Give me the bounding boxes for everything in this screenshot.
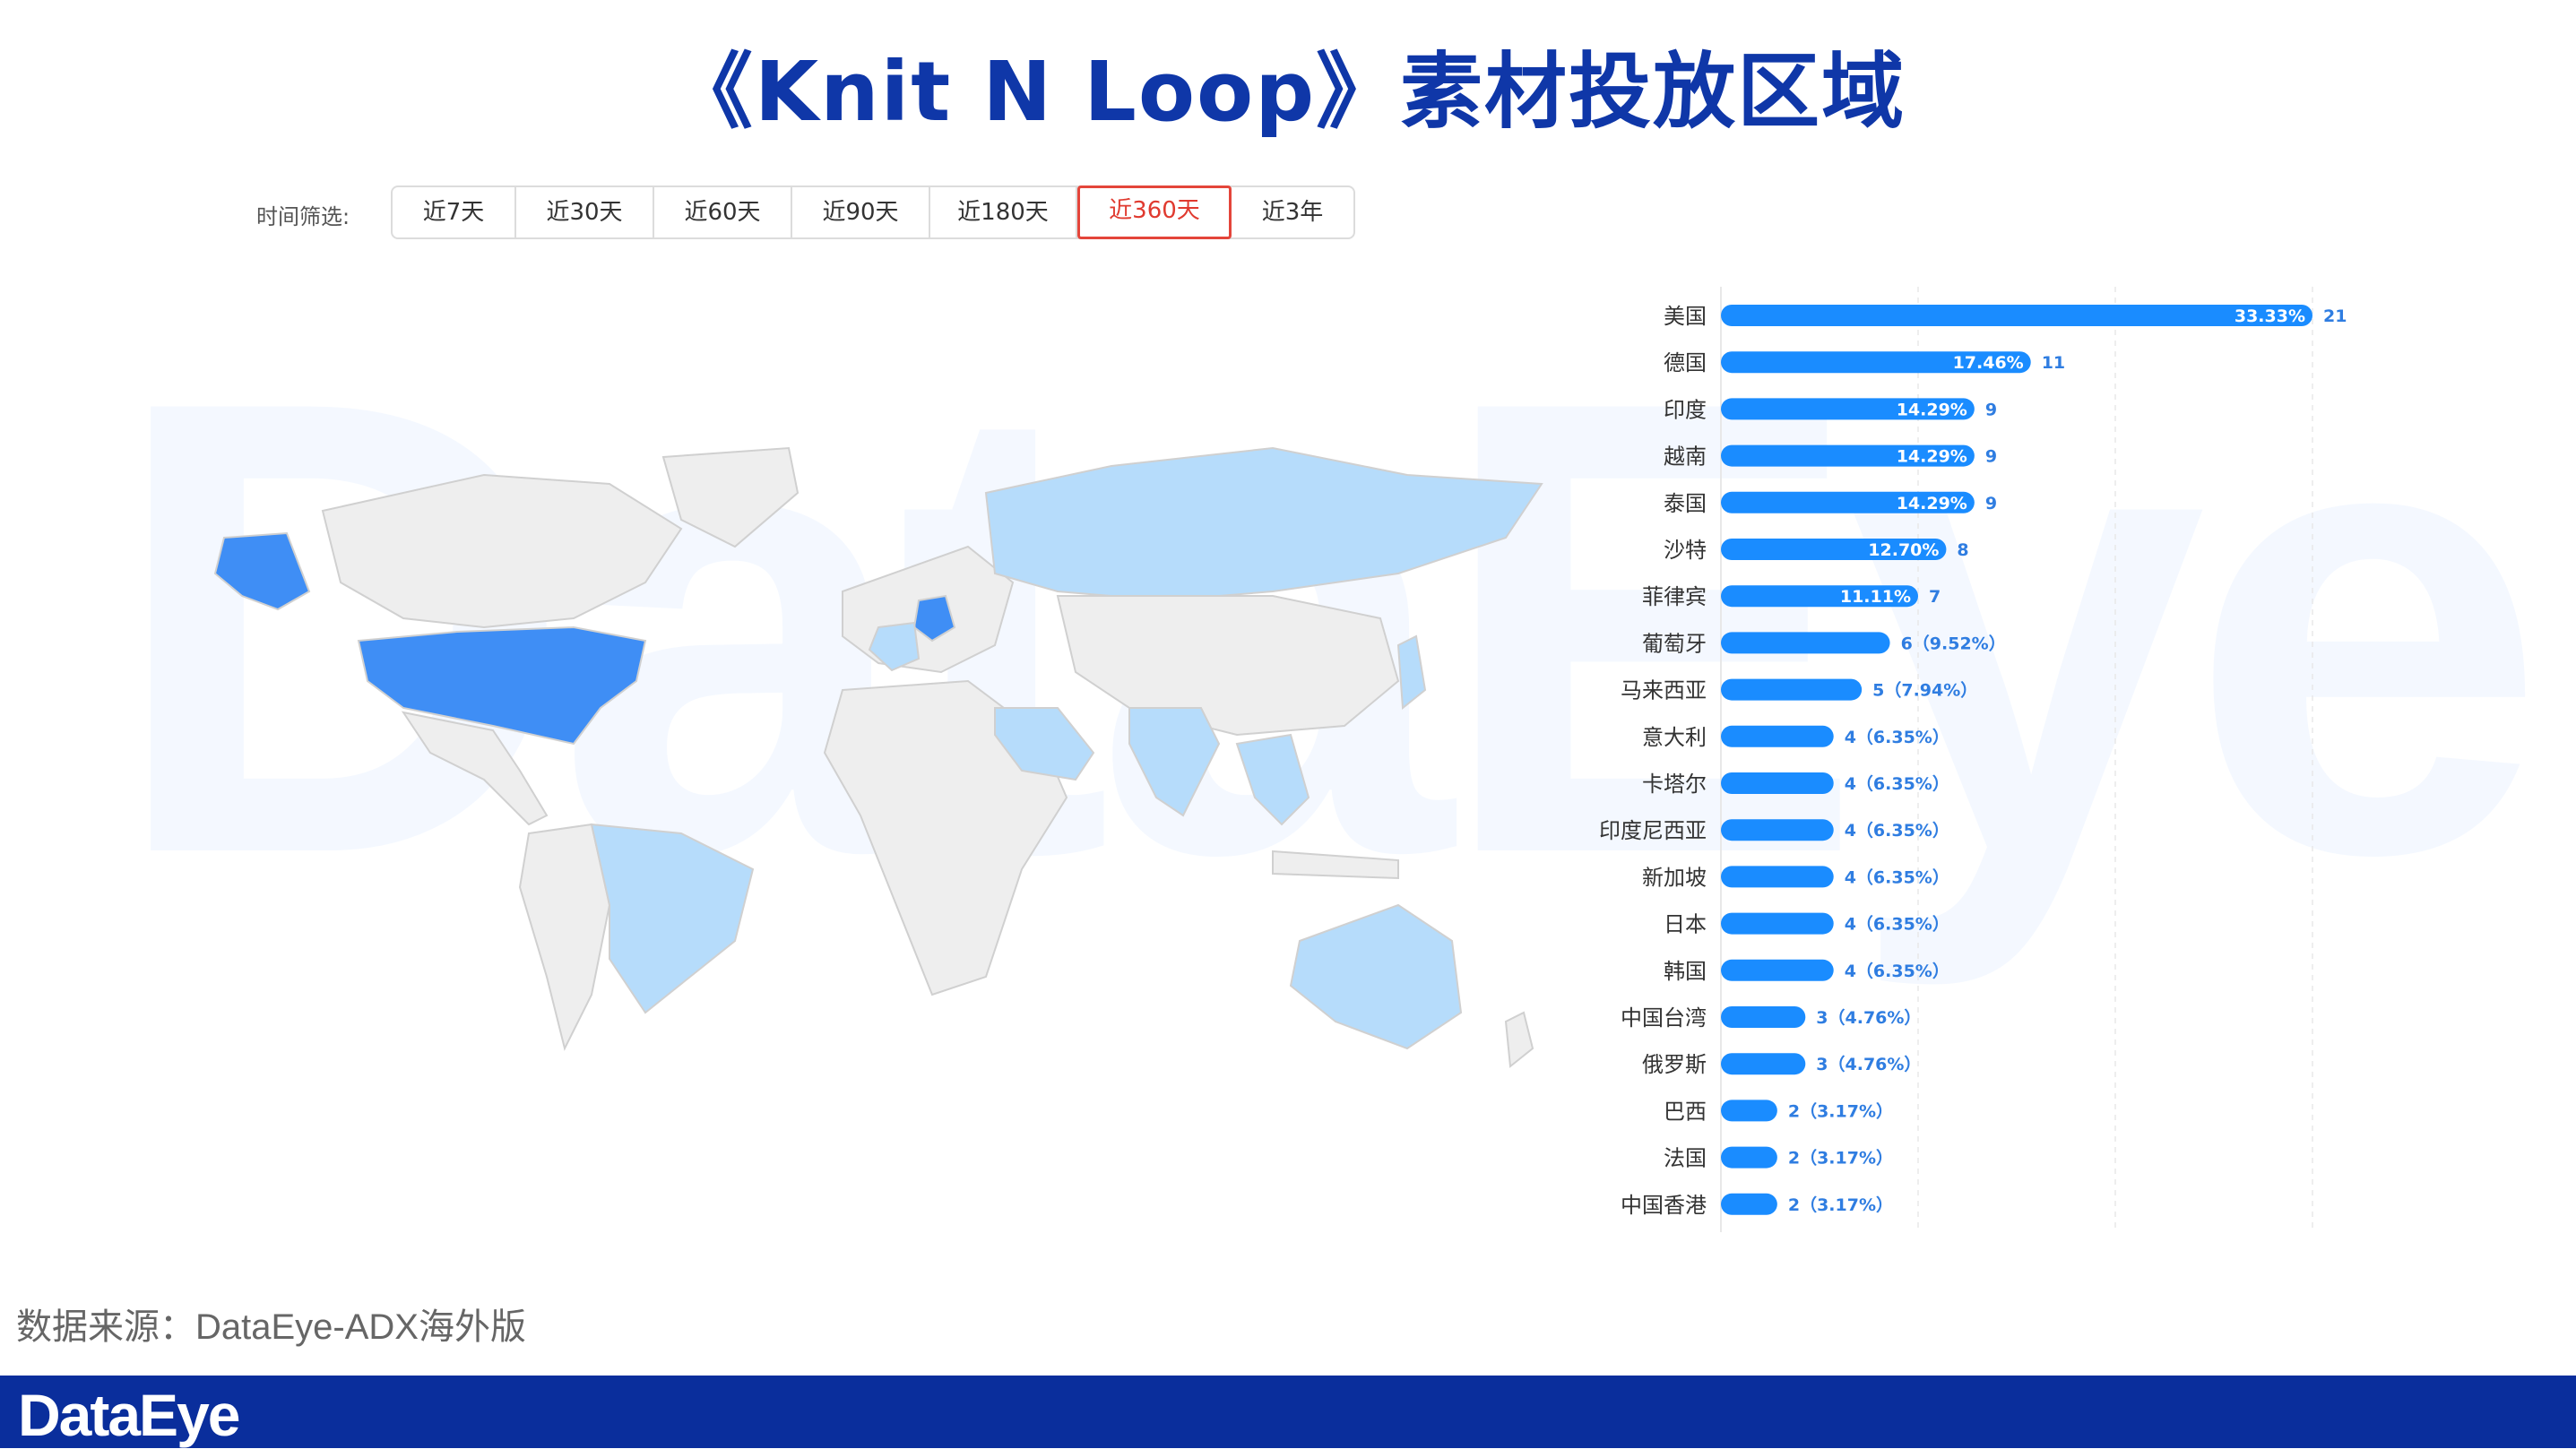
chart-bar — [1721, 1053, 1806, 1075]
bar-category-label: 新加坡 — [1642, 865, 1707, 890]
map-south-america-west — [518, 823, 611, 1051]
time-filter-group: 近7天 近30天 近60天 近90天 近180天 近360天 近3年 — [391, 185, 1355, 239]
bar-value-label: 21 — [2323, 306, 2347, 326]
bar-category-label: 法国 — [1664, 1146, 1707, 1171]
bar-category-label: 菲律宾 — [1642, 584, 1707, 609]
bar-category-label: 中国台湾 — [1621, 1005, 1707, 1031]
bar-category-label: 中国香港 — [1621, 1193, 1707, 1218]
map-usa — [357, 625, 647, 746]
bar-category-label: 德国 — [1664, 350, 1707, 375]
bar-value-label: 3（4.76%） — [1816, 1054, 1921, 1074]
bar-value-label: 4（6.35%） — [1845, 914, 1949, 935]
bar-value-label: 4（6.35%） — [1845, 773, 1949, 794]
map-alaska — [213, 531, 311, 611]
chart-bar — [1721, 678, 1863, 701]
map-indonesia — [1272, 850, 1399, 880]
time-filter-option[interactable]: 近180天 — [930, 187, 1077, 237]
data-source: 数据来源：DataEye-ADX海外版 — [16, 1307, 526, 1347]
chart-bar — [1721, 772, 1834, 794]
bar-value-label: 7 — [1929, 587, 1941, 607]
bar-value-label: 5（7.94%） — [1872, 680, 1977, 701]
bar-percent-label: 12.70% — [1868, 540, 1939, 560]
bar-category-label: 沙特 — [1664, 538, 1707, 563]
time-filter-option[interactable]: 近360天 — [1077, 185, 1232, 239]
chart-bar — [1721, 725, 1834, 747]
bar-value-label: 2（3.17%） — [1788, 1148, 1893, 1169]
chart-bars: 美国 33.33% 21 德国 17.46% 11 印度 14.29% 9 越南 14.29% 9 泰国… — [1599, 304, 2347, 1218]
bar-category-label: 马来西亚 — [1621, 678, 1707, 703]
time-filter-option[interactable]: 近3年 — [1232, 187, 1353, 237]
bar-value-label: 4（6.35%） — [1845, 867, 1949, 887]
time-filter-label: 时间筛选: — [256, 204, 350, 229]
bar-percent-label: 11.11% — [1840, 587, 1911, 607]
bar-category-label: 美国 — [1664, 304, 1707, 329]
bar-category-label: 泰国 — [1664, 491, 1707, 516]
bar-value-label: 9 — [1985, 494, 1997, 513]
map-brazil — [590, 823, 755, 1014]
map-india — [1128, 707, 1221, 817]
bar-category-label: 日本 — [1664, 912, 1707, 937]
map-australia — [1289, 903, 1463, 1050]
chart-bar — [1721, 1193, 1777, 1215]
map-asia — [1056, 595, 1400, 737]
chart-bar — [1721, 1100, 1777, 1122]
bar-percent-label: 17.46% — [1953, 353, 2024, 373]
bar-percent-label: 14.29% — [1897, 400, 1967, 419]
bar-value-label: 8 — [1957, 540, 1968, 560]
bar-category-label: 意大利 — [1642, 725, 1707, 750]
bar-value-label: 6（9.52%） — [1901, 633, 2006, 653]
bar-value-label: 2（3.17%） — [1788, 1195, 1893, 1215]
bar-value-label: 11 — [2042, 353, 2065, 373]
bar-percent-label: 14.29% — [1897, 447, 1967, 467]
bar-percent-label: 33.33% — [2235, 306, 2305, 326]
map-russia — [984, 446, 1543, 602]
map-greenland — [661, 446, 800, 548]
country-bar-chart: 美国 33.33% 21 德国 17.46% 11 印度 14.29% 9 越南 14.29% 9 泰国… — [1599, 287, 2347, 1232]
chart-bar — [1721, 305, 2312, 326]
bar-value-label: 9 — [1985, 400, 1997, 419]
bar-value-label: 9 — [1985, 447, 1997, 467]
bar-category-label: 韩国 — [1664, 959, 1707, 984]
bar-category-label: 印度 — [1664, 397, 1707, 422]
map-new-zealand — [1504, 1011, 1534, 1068]
time-filter-option[interactable]: 近30天 — [516, 187, 654, 237]
world-map — [213, 446, 1543, 1068]
chart-bar — [1721, 959, 1834, 981]
chart-bar — [1721, 866, 1834, 888]
chart-bar — [1721, 912, 1834, 935]
chart-bar — [1721, 632, 1890, 654]
bar-category-label: 卡塔尔 — [1642, 772, 1707, 797]
bar-value-label: 4（6.35%） — [1845, 961, 1949, 981]
time-filter-option[interactable]: 近7天 — [393, 187, 516, 237]
bar-value-label: 4（6.35%） — [1845, 820, 1949, 841]
bar-value-label: 4（6.35%） — [1845, 727, 1949, 747]
map-canada — [321, 473, 683, 629]
time-filter-option[interactable]: 近60天 — [654, 187, 792, 237]
bar-value-label: 2（3.17%） — [1788, 1100, 1893, 1121]
map-japan — [1396, 634, 1427, 710]
page-title: 《Knit N Loop》素材投放区域 — [670, 44, 1906, 140]
bar-category-label: 越南 — [1664, 444, 1707, 470]
chart-bar — [1721, 1146, 1777, 1169]
bar-category-label: 巴西 — [1664, 1099, 1707, 1124]
bar-category-label: 俄罗斯 — [1642, 1052, 1707, 1077]
chart-bar — [1721, 819, 1834, 841]
chart-grid — [1720, 287, 2313, 1232]
dataeye-logo: DataEye — [18, 1382, 240, 1448]
footer-bar: DataEye — [0, 1376, 2576, 1448]
map-southeast-asia — [1235, 733, 1310, 826]
bar-value-label: 3（4.76%） — [1816, 1007, 1921, 1028]
time-filter-option[interactable]: 近90天 — [792, 187, 930, 237]
chart-bar — [1721, 1006, 1806, 1028]
bar-percent-label: 14.29% — [1897, 494, 1967, 513]
bar-category-label: 葡萄牙 — [1642, 631, 1707, 656]
bar-category-label: 印度尼西亚 — [1599, 818, 1707, 843]
